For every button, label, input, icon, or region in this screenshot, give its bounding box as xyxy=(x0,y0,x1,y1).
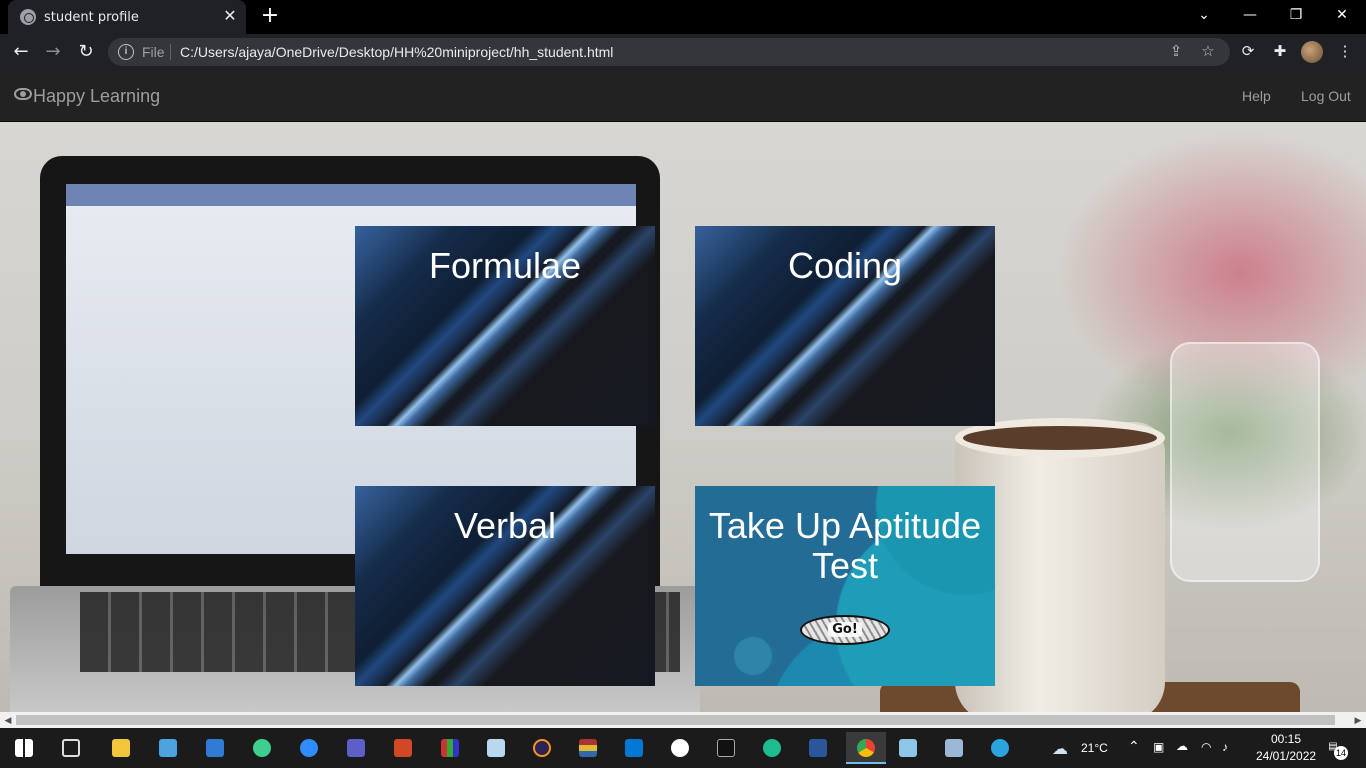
windows-taskbar: ☁ 21°C ⌃ ▣ ☁ ◠ ♪ 00:15 24/01/2022 ▤ 14 xyxy=(0,728,1366,768)
url-text[interactable]: C:/Users/ajaya/OneDrive/Desktop/HH%20min… xyxy=(180,44,613,60)
volume-icon[interactable]: ♪ xyxy=(1222,740,1228,754)
address-bar[interactable]: i File C:/Users/ajaya/OneDrive/Desktop/H… xyxy=(108,38,1230,66)
notepad-icon[interactable] xyxy=(892,732,924,764)
paint-icon[interactable] xyxy=(480,732,512,764)
brand-text: Happy Learning xyxy=(33,86,161,106)
back-button[interactable]: ← xyxy=(9,40,33,64)
eye-icon xyxy=(14,88,32,100)
vscode-icon[interactable] xyxy=(618,732,650,764)
notification-center-icon[interactable]: ▤ 14 xyxy=(1322,736,1348,760)
tab-close-button[interactable]: ✕ xyxy=(220,7,240,27)
menu-kebab-icon[interactable]: ⋮ xyxy=(1334,41,1356,63)
tab-title: student profile xyxy=(44,10,139,25)
card-title: Verbal xyxy=(453,505,557,546)
brand-link[interactable]: Happy Learning xyxy=(14,86,160,107)
powerpoint-icon[interactable] xyxy=(387,732,419,764)
extension-sync-icon[interactable]: ⟳ xyxy=(1237,41,1259,63)
card-aptitude-test: Take Up Aptitude Test Go! xyxy=(695,486,995,686)
close-window-button[interactable]: ✕ xyxy=(1319,0,1365,30)
telegram-icon[interactable] xyxy=(984,732,1016,764)
reload-button[interactable]: ↻ xyxy=(74,40,98,64)
clock-time: 00:15 xyxy=(1270,732,1302,746)
url-scheme-label: File xyxy=(142,44,165,60)
word-icon[interactable] xyxy=(802,732,834,764)
show-hidden-icons-chevron-icon[interactable]: ⌃ xyxy=(1128,738,1140,755)
zoom-icon[interactable] xyxy=(293,732,325,764)
weather-cloud-icon: ☁ xyxy=(1052,741,1068,758)
this-pc-icon[interactable] xyxy=(152,732,184,764)
card-formulae[interactable]: Formulae xyxy=(355,226,655,426)
extensions-puzzle-icon[interactable]: ✚ xyxy=(1269,41,1291,63)
browser-toolbar: ← → ↻ i File C:/Users/ajaya/OneDrive/Des… xyxy=(0,34,1366,70)
site-info-icon[interactable]: i xyxy=(118,44,134,60)
winrar-icon[interactable] xyxy=(434,732,466,764)
background-vase xyxy=(1170,342,1320,582)
chrome-icon[interactable] xyxy=(846,732,886,764)
page-viewport: Happy Learning Help Log Out Formulae Cod… xyxy=(0,70,1366,712)
card-verbal[interactable]: Verbal xyxy=(355,486,655,686)
hero-background: Formulae Coding Verbal Take Up Aptitude … xyxy=(0,122,1366,712)
scrollbar-thumb[interactable] xyxy=(16,715,1335,725)
share-icon[interactable]: ⇪ xyxy=(1166,42,1186,62)
teams-icon[interactable] xyxy=(340,732,372,764)
news-icon[interactable] xyxy=(199,732,231,764)
card-title: Take Up Aptitude Test xyxy=(708,505,982,586)
new-tab-button[interactable]: + xyxy=(258,4,282,28)
weather-temperature[interactable]: 21°C xyxy=(1081,741,1108,755)
card-title: Formulae xyxy=(428,245,582,286)
omnibox-divider xyxy=(170,44,171,60)
scroll-right-arrow-icon[interactable]: ▶ xyxy=(1350,712,1366,728)
background-laptop-screen-bar xyxy=(66,184,636,206)
edge-icon[interactable] xyxy=(756,732,788,764)
site-navbar: Happy Learning Help Log Out xyxy=(0,70,1366,122)
start-icon[interactable] xyxy=(8,732,40,764)
restore-button[interactable]: ❐ xyxy=(1273,0,1319,30)
help-link[interactable]: Help xyxy=(1242,88,1271,104)
browser-tab[interactable]: student profile ✕ xyxy=(8,0,246,34)
minimize-button[interactable]: — xyxy=(1227,0,1273,30)
wifi-icon[interactable]: ◠ xyxy=(1201,740,1211,754)
task-view-icon[interactable] xyxy=(55,732,87,764)
go-button-label: Go! xyxy=(828,622,862,637)
eclipse-icon[interactable] xyxy=(526,732,558,764)
globe-icon xyxy=(20,9,36,25)
forward-button[interactable]: → xyxy=(41,40,65,64)
onedrive-cloud-icon[interactable]: ☁ xyxy=(1176,739,1188,753)
tab-search-chevron-icon[interactable]: ⌄ xyxy=(1181,0,1227,30)
file-explorer-icon[interactable] xyxy=(105,732,137,764)
archive-icon[interactable] xyxy=(572,732,604,764)
meet-now-icon[interactable]: ▣ xyxy=(1153,740,1164,754)
bookmark-star-icon[interactable]: ☆ xyxy=(1198,42,1218,62)
scroll-left-arrow-icon[interactable]: ◀ xyxy=(0,712,16,728)
mongodb-compass-icon[interactable] xyxy=(664,732,696,764)
go-button[interactable]: Go! xyxy=(800,615,890,645)
terminal-icon[interactable] xyxy=(710,732,742,764)
horizontal-scrollbar[interactable]: ◀ ▶ xyxy=(0,712,1366,728)
notification-count-badge: 14 xyxy=(1334,746,1348,760)
profile-avatar[interactable] xyxy=(1301,41,1323,63)
browser-tab-strip: student profile ✕ + ⌄ — ❐ ✕ xyxy=(0,0,1366,34)
clock-date: 24/01/2022 xyxy=(1256,749,1317,763)
virtualbox-icon[interactable] xyxy=(938,732,970,764)
card-coding[interactable]: Coding xyxy=(695,226,995,426)
clock[interactable]: 00:15 24/01/2022 xyxy=(1256,731,1316,765)
logout-link[interactable]: Log Out xyxy=(1301,88,1351,104)
card-title: Coding xyxy=(787,245,903,286)
react-native-debugger-icon[interactable] xyxy=(246,732,278,764)
